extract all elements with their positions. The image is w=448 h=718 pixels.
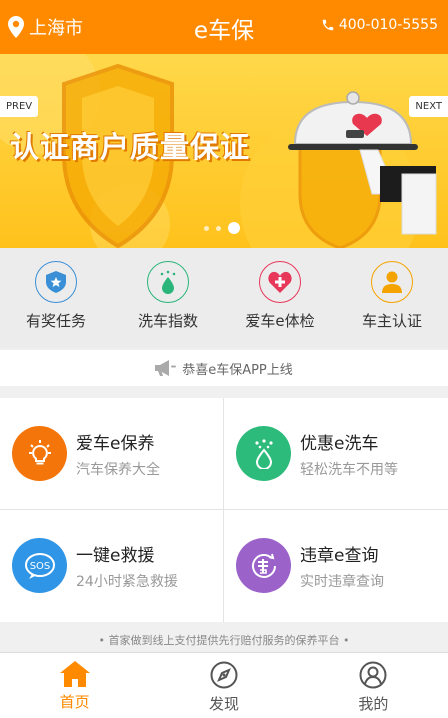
quick-item-label: 爱车e体检 xyxy=(245,312,315,330)
hotline-number: 400-010-5555 xyxy=(338,17,438,33)
top-bar: 上海市 e车保 400-010-5555 xyxy=(0,0,448,54)
violation-icon xyxy=(236,538,291,593)
banner-headline: 认证商户质量保证 xyxy=(10,130,251,164)
sos-icon: SOS xyxy=(12,538,67,593)
water-drop-icon xyxy=(236,426,291,481)
quick-item-wash-index[interactable]: 洗车指数 xyxy=(112,248,224,348)
service-subtitle: 24小时紧急救援 xyxy=(76,573,178,590)
service-title: 违章e查询 xyxy=(300,545,379,566)
service-rescue[interactable]: SOS 一键e救援 24小时紧急救援 xyxy=(0,510,223,621)
pagination-dot[interactable] xyxy=(204,225,209,231)
quick-item-label: 洗车指数 xyxy=(137,312,198,330)
pagination-dot-active[interactable] xyxy=(228,222,240,234)
service-maintenance[interactable]: 爱车e保养 汽车保养大全 xyxy=(0,398,223,509)
service-grid: 爱车e保养 汽车保养大全 优惠e洗车 轻松洗车不用等 SOS 一键e救援 24小… xyxy=(0,398,448,622)
service-violation-query[interactable]: 违章e查询 实时违章查询 xyxy=(224,510,447,621)
heart-plus-icon xyxy=(259,261,301,303)
service-text: 爱车e保养 汽车保养大全 xyxy=(76,429,160,479)
quick-item-label: 车主认证 xyxy=(361,312,422,330)
phone-icon xyxy=(322,19,334,31)
announcement-bar[interactable]: 恭喜e车保APP上线 xyxy=(0,350,448,386)
service-subtitle: 实时违章查询 xyxy=(300,573,384,590)
service-title: 优惠e洗车 xyxy=(300,433,379,454)
bottom-nav: 首页 发现 我的 xyxy=(0,652,448,718)
tab-label: 首页 xyxy=(59,693,90,711)
service-text: 一键e救援 24小时紧急救援 xyxy=(76,541,178,591)
hotline-button[interactable]: 400-010-5555 xyxy=(321,17,438,33)
svg-text:SOS: SOS xyxy=(29,561,50,572)
promo-banner[interactable]: 认证商户质量保证 PREV NEXT xyxy=(0,54,448,248)
profile-icon xyxy=(359,661,387,689)
banner-pagination xyxy=(204,222,240,234)
banner-prev-button[interactable]: PREV xyxy=(0,96,39,117)
tab-home[interactable]: 首页 xyxy=(0,653,149,718)
service-title: 一键e救援 xyxy=(76,545,155,566)
shield-star-icon xyxy=(35,261,77,303)
compass-icon xyxy=(210,661,238,689)
banner-next-button[interactable]: NEXT xyxy=(409,96,448,117)
quick-item-owner-verify[interactable]: 车主认证 xyxy=(336,248,448,348)
tab-label: 发现 xyxy=(208,695,239,713)
quick-item-label: 有奖任务 xyxy=(25,312,86,330)
service-subtitle: 轻松洗车不用等 xyxy=(300,461,398,478)
quick-item-rewards[interactable]: 有奖任务 xyxy=(0,248,112,348)
service-title: 爱车e保养 xyxy=(76,433,155,454)
megaphone-icon xyxy=(155,360,177,376)
announcement-text: 恭喜e车保APP上线 xyxy=(182,362,293,378)
quick-menu: 有奖任务 洗车指数 爱车e体检 车主认证 xyxy=(0,248,448,348)
water-drop-icon xyxy=(147,261,189,303)
home-icon xyxy=(59,661,90,687)
quick-item-checkup[interactable]: 爱车e体检 xyxy=(224,248,336,348)
user-icon xyxy=(371,261,413,303)
tab-discover[interactable]: 发现 xyxy=(149,653,298,718)
pagination-dot[interactable] xyxy=(216,225,221,231)
bulb-icon xyxy=(12,426,67,481)
tab-profile[interactable]: 我的 xyxy=(299,653,448,718)
service-text: 违章e查询 实时违章查询 xyxy=(300,541,384,591)
tab-label: 我的 xyxy=(358,695,389,713)
service-text: 优惠e洗车 轻松洗车不用等 xyxy=(300,429,398,479)
service-car-wash[interactable]: 优惠e洗车 轻松洗车不用等 xyxy=(224,398,447,509)
service-subtitle: 汽车保养大全 xyxy=(76,461,160,478)
platform-tagline: • 首家做到线上支付提供先行赔付服务的保养平台 • xyxy=(98,634,350,647)
